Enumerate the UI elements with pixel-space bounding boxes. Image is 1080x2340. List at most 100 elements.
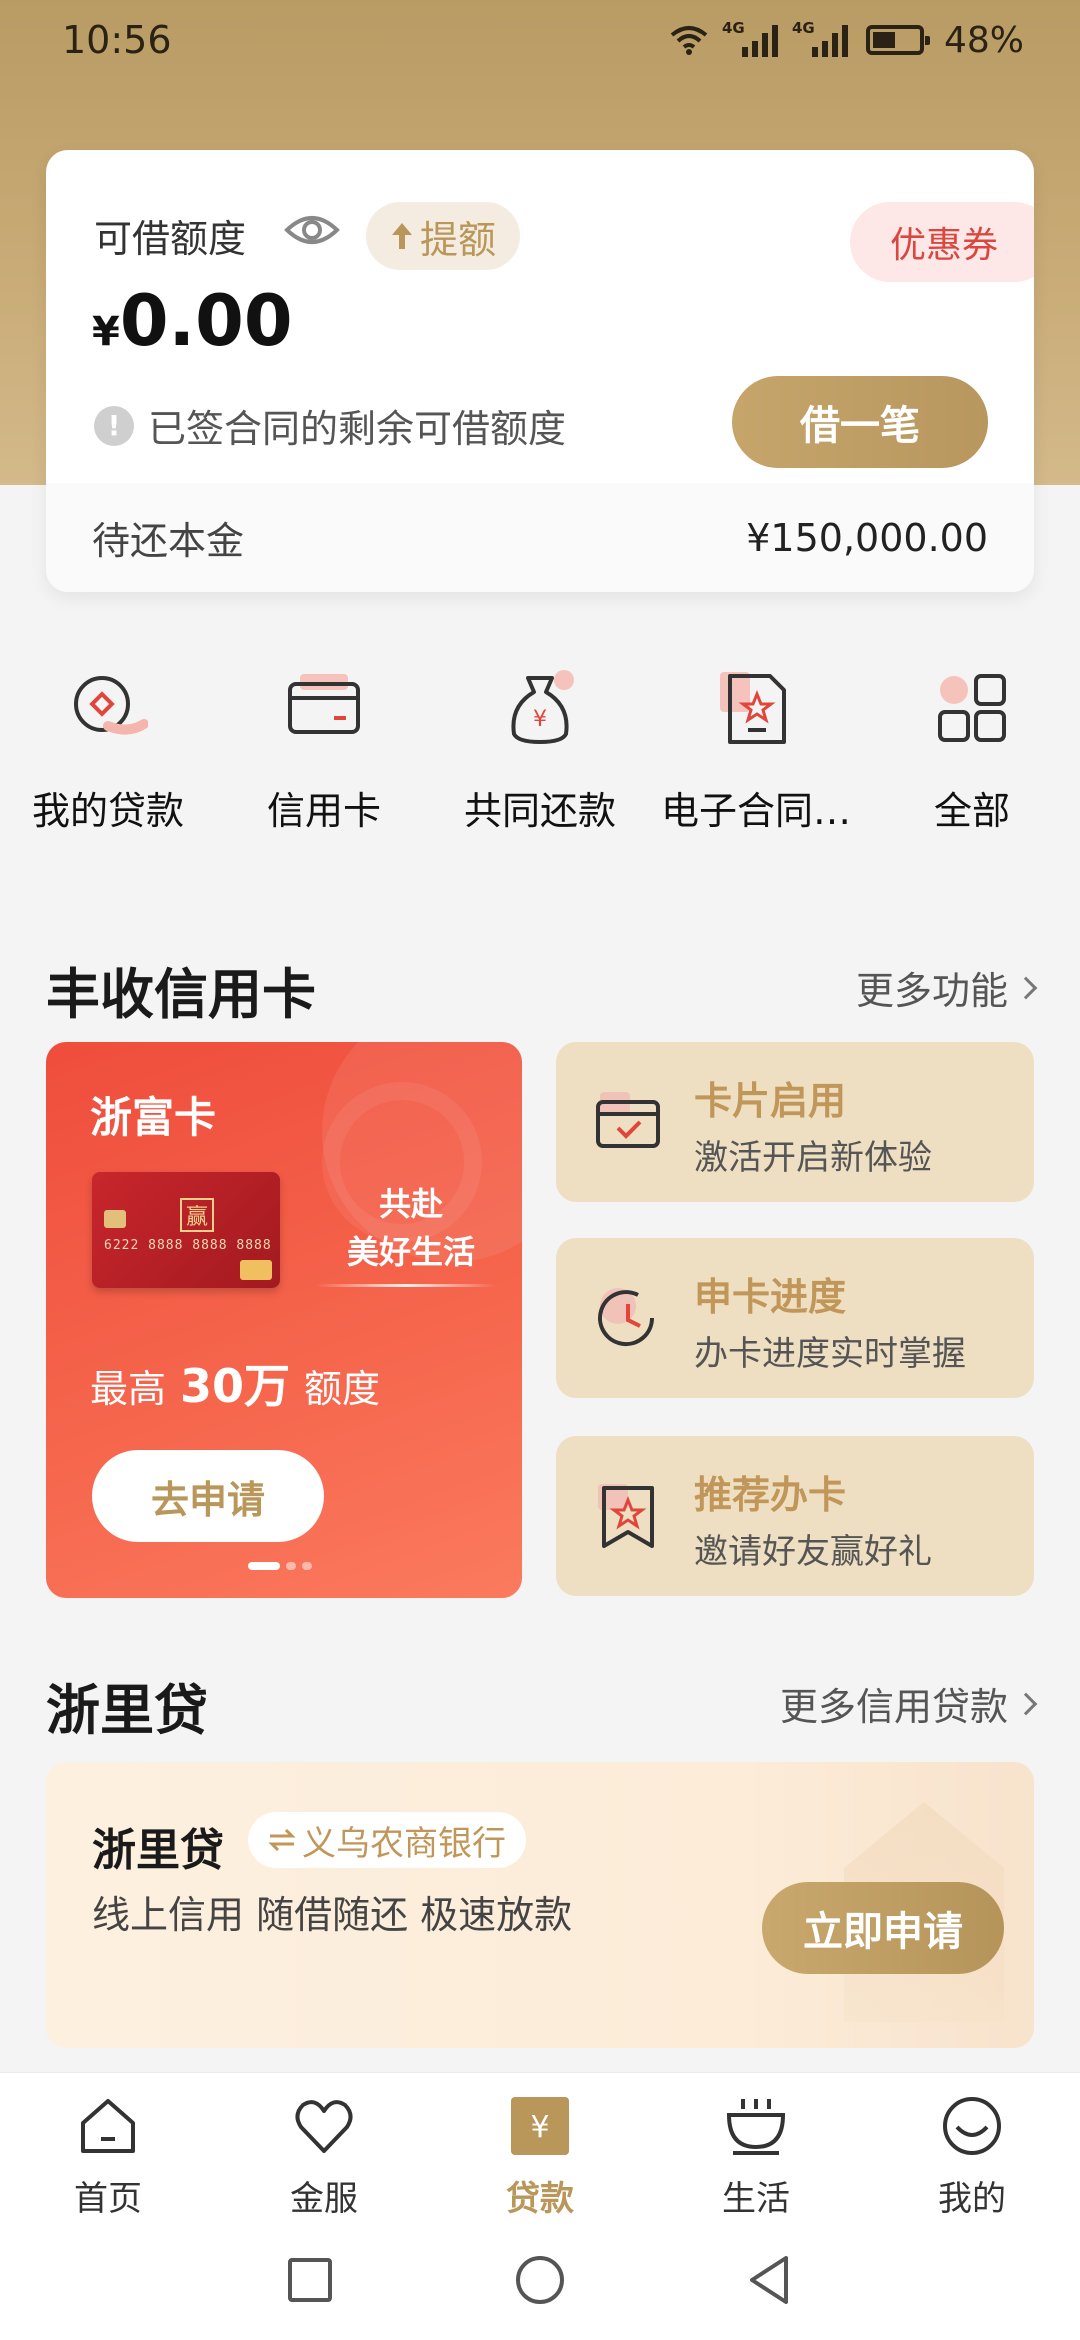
loan-card[interactable]: 浙里贷 义乌农商银行 线上信用 随借随还 极速放款 立即申请 [46,1762,1034,2048]
quick-label-e-contract: 电子合同… [660,789,851,833]
amount-value: 0.00 [119,280,293,362]
quick-item-credit-card[interactable]: 信用卡 [216,668,432,835]
wifi-icon [670,26,708,55]
promo-limit: 最高 30万 额度 [90,1350,380,1416]
chevron-right-icon [1014,976,1038,999]
quick-item-e-contract[interactable]: 电子合同… [648,668,864,835]
tab-loan[interactable]: ¥ 贷款 [432,2095,648,2220]
quick-actions: 我的贷款 信用卡 ¥ 共同还款 电子合同… 全部 [0,668,1080,848]
feature-card-activate[interactable]: 卡片启用 激活开启新体验 [556,1042,1034,1202]
bank-name: 义乌农商银行 [302,1823,506,1864]
raise-limit-button[interactable]: 提额 [366,202,521,270]
credit-section-title: 丰收信用卡 [46,963,316,1026]
quick-label-credit-card: 信用卡 [266,789,381,833]
svg-text:¥: ¥ [530,2110,549,2145]
home-icon [81,2099,135,2153]
loan-title: 浙里贷 [92,1825,224,1876]
home-nav-icon[interactable] [512,2252,568,2308]
my-loan-icon [74,676,149,735]
credit-more-link[interactable]: 更多功能 [855,960,1038,1015]
bookmark-star-icon [598,1484,654,1548]
quick-item-joint-repay[interactable]: ¥ 共同还款 [432,668,648,835]
credit-card-image: 赢 6222 8888 8888 8888 [92,1172,280,1288]
feature-subtitle-recommend: 邀请好友赢好礼 [694,1532,932,1572]
quick-label-my-loan: 我的贷款 [31,789,184,833]
arrow-up-icon [392,223,412,249]
recent-apps-icon[interactable] [282,2252,338,2308]
info-icon: ! [94,405,134,446]
loan-apply-button[interactable]: 立即申请 [762,1882,1004,1974]
loan-desc: 线上信用 随借随还 极速放款 [92,1893,573,1937]
quick-item-my-loan[interactable]: 我的贷款 [0,668,216,835]
quota-note: ! 已签合同的剩余可借额度 [94,398,566,453]
carousel-indicator [248,1562,312,1570]
back-icon[interactable] [742,2252,798,2308]
signal-icon-2: 4G [792,19,848,57]
grid-icon [938,674,1006,742]
slogan-divider [316,1284,496,1287]
loan-yen-icon: ¥ [511,2097,569,2155]
promo-title: 浙富卡 [90,1093,217,1142]
feature-subtitle-activate: 激活开启新体验 [694,1138,932,1178]
quick-label-joint-repay: 共同还款 [463,789,616,833]
feature-subtitle-progress: 办卡进度实时掌握 [694,1334,966,1374]
eye-icon[interactable] [284,210,340,250]
raise-limit-label: 提额 [420,217,497,262]
quota-top: 可借额度 提额 优惠券 ¥0.00 ! 已签合同的剩余可借额度 借一笔 [46,150,1034,483]
quick-label-all: 全部 [933,789,1010,833]
quota-note-text: 已签合同的剩余可借额度 [148,407,567,451]
bank-tag: 义乌农商银行 [248,1812,526,1868]
promo-apply-button[interactable]: 去申请 [92,1450,324,1542]
promo-slogan: 共赴 美好生活 [326,1180,496,1276]
limit-value: 30万 [180,1359,291,1413]
card-chip [104,1210,126,1228]
tab-mine[interactable]: 我的 [864,2095,1080,2220]
tab-label-life: 生活 [722,2179,790,2219]
available-amount: ¥0.00 [92,280,293,362]
credit-more-label: 更多功能 [855,969,1008,1013]
battery-icon [865,25,930,55]
tab-label-mine: 我的 [938,2179,1006,2219]
coupon-button[interactable]: 优惠券 [849,202,1034,282]
status-bar: 10:56 4G 4G 48% [0,0,1080,80]
status-icons: 4G 4G 48% [670,19,1024,61]
loan-more-link[interactable]: 更多信用贷款 [780,1676,1038,1731]
credit-card-icon [288,674,360,734]
tab-finance[interactable]: 金服 [216,2095,432,2220]
money-bag-icon: ¥ [511,670,574,744]
principal-row[interactable]: 待还本金 ¥150,000.00 [46,483,1034,592]
principal-label: 待还本金 [92,519,245,563]
loan-section-title: 浙里贷 [46,1679,208,1742]
feature-title-progress: 申卡进度 [694,1275,847,1319]
feature-card-recommend[interactable]: 推荐办卡 邀请好友赢好礼 [556,1436,1034,1596]
system-nav-bar [0,2222,1080,2340]
quota-label: 可借额度 [94,217,247,261]
tab-label-finance: 金服 [290,2179,358,2219]
battery-percent: 48% [943,19,1024,61]
clock-progress-icon [598,1288,654,1347]
feature-title-activate: 卡片启用 [694,1079,847,1123]
tab-life[interactable]: 生活 [648,2095,864,2220]
tab-label-home: 首页 [74,2179,142,2219]
svg-text:¥: ¥ [533,707,547,732]
status-time: 10:56 [62,18,172,62]
tab-home[interactable]: 首页 [0,2095,216,2220]
limit-prefix: 最高 [90,1367,167,1411]
quick-item-all[interactable]: 全部 [864,668,1080,835]
feature-card-progress[interactable]: 申卡进度 办卡进度实时掌握 [556,1238,1034,1398]
chevron-right-icon [1014,1692,1038,1715]
signal-icon: 4G [722,19,778,57]
cup-icon [726,2099,786,2155]
promo-card[interactable]: 浙富卡 赢 6222 8888 8888 8888 共赴 美好生活 最高 30万… [46,1042,522,1598]
unionpay-icon [240,1260,272,1280]
smile-icon [943,2097,1001,2155]
quota-card: 可借额度 提额 优惠券 ¥0.00 ! 已签合同的剩余可借额度 借一笔 待还本金… [46,150,1034,592]
card-number: 6222 8888 8888 8888 [104,1238,272,1253]
promo-slogan-line1: 共赴 [378,1185,443,1223]
borrow-button[interactable]: 借一笔 [732,376,988,468]
heart-icon [295,2100,353,2153]
currency-symbol: ¥ [92,309,120,355]
card-activate-icon [596,1092,660,1148]
e-contract-icon [720,672,786,744]
principal-value: ¥150,000.00 [746,515,988,560]
